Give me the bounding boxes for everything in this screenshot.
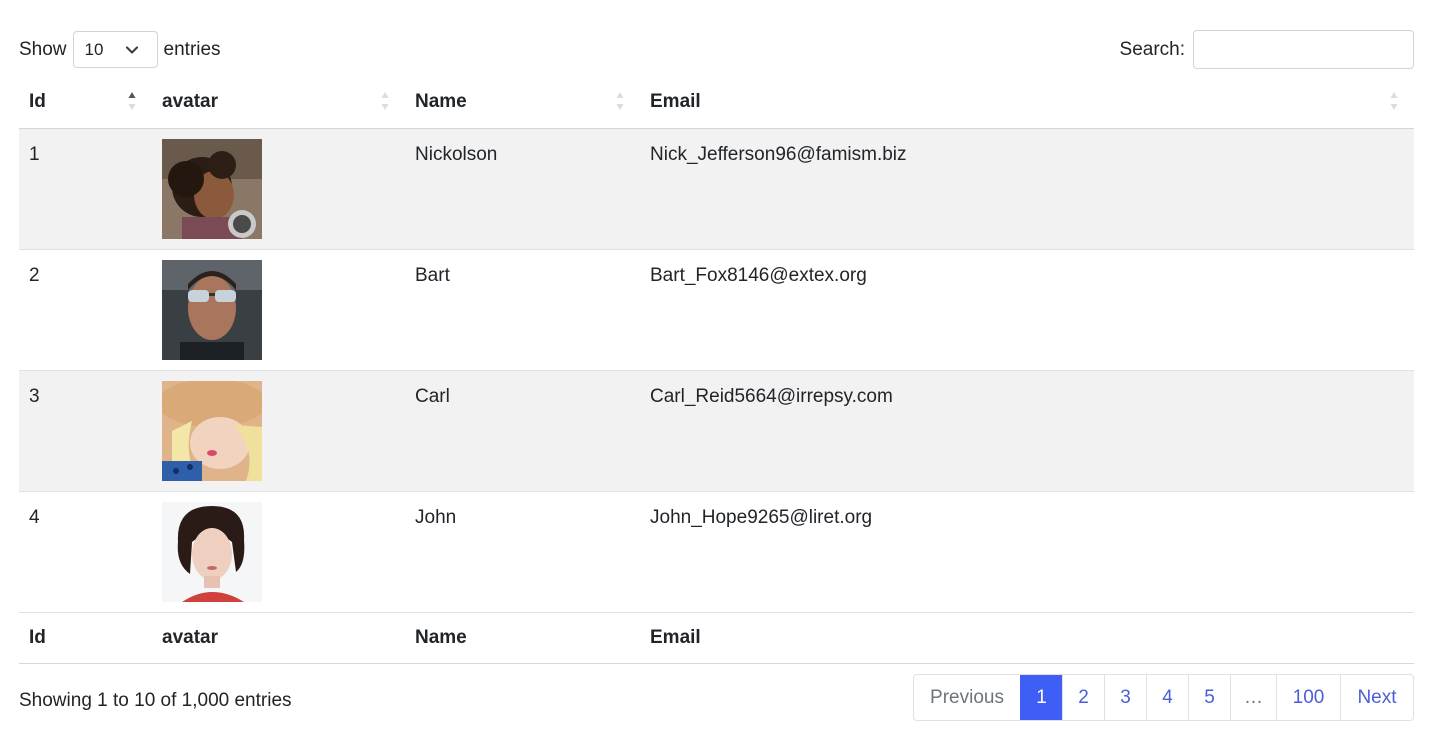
column-header-label: avatar — [162, 91, 218, 113]
column-footer-avatar: avatar — [152, 612, 405, 664]
column-header-label: Email — [650, 91, 701, 113]
column-header-label: Id — [29, 91, 46, 113]
avatar — [162, 138, 262, 239]
cell-id: 3 — [19, 370, 152, 492]
sort-icon — [1390, 92, 1398, 110]
cell-id: 1 — [19, 128, 152, 250]
avatar — [162, 501, 262, 602]
table-row: 2 Bart Bart_Fox8146@extex.org — [19, 249, 1414, 371]
cell-email: Nick_Jefferson96@famism.biz — [640, 128, 1414, 250]
avatar — [162, 259, 262, 360]
entries-select-value: 10 — [84, 39, 104, 59]
search-label: Search: — [1119, 38, 1185, 60]
cell-avatar — [152, 370, 405, 492]
cell-id: 4 — [19, 491, 152, 613]
table-info: Showing 1 to 10 of 1,000 entries — [19, 690, 292, 711]
cell-name: Nickolson — [405, 128, 640, 250]
cell-avatar — [152, 128, 405, 250]
cell-name: Bart — [405, 249, 640, 371]
column-footer-id: Id — [19, 612, 152, 664]
avatar — [162, 380, 262, 481]
sort-icon — [381, 92, 389, 110]
table-row: 3 Carl Carl_Reid5664@irrepsy.com — [19, 370, 1414, 492]
entries-label: entries — [163, 38, 221, 60]
page-button-1[interactable]: 1 — [1020, 675, 1062, 720]
cell-avatar — [152, 491, 405, 613]
sort-icon — [616, 92, 624, 110]
header-row: Id avatar Name Email — [19, 77, 1414, 129]
cell-name: John — [405, 491, 640, 613]
show-label: Show — [19, 38, 67, 60]
column-header-email[interactable]: Email — [640, 77, 1414, 129]
cell-email: John_Hope9265@liret.org — [640, 491, 1414, 613]
cell-id: 2 — [19, 249, 152, 371]
search-control: Search: — [1120, 30, 1414, 69]
previous-page-button[interactable]: Previous — [914, 675, 1020, 720]
page-button-5[interactable]: 5 — [1188, 675, 1230, 720]
cell-avatar — [152, 249, 405, 371]
chevron-down-icon — [125, 46, 138, 54]
cell-name: Carl — [405, 370, 640, 492]
page-button-last[interactable]: 100 — [1276, 675, 1340, 720]
cell-email: Carl_Reid5664@irrepsy.com — [640, 370, 1414, 492]
page-button-2[interactable]: 2 — [1062, 675, 1104, 720]
table-row: 4 John John_Hope9265@liret.org — [19, 491, 1414, 613]
sort-asc-icon — [128, 92, 136, 110]
page-ellipsis: … — [1230, 675, 1276, 720]
column-header-name[interactable]: Name — [405, 77, 640, 129]
entries-length-control: Show 10 entries — [19, 30, 221, 69]
column-footer-name: Name — [405, 612, 640, 664]
column-header-id[interactable]: Id — [19, 77, 152, 129]
column-header-label: Name — [415, 91, 467, 113]
cell-email: Bart_Fox8146@extex.org — [640, 249, 1414, 371]
entries-select[interactable]: 10 — [72, 31, 158, 68]
table-row: 1 Nickolson Nick_Jefferson96@famism.biz — [19, 128, 1414, 250]
footer-row: Id avatar Name Email — [19, 612, 1414, 664]
page-button-4[interactable]: 4 — [1146, 675, 1188, 720]
next-page-button[interactable]: Next — [1340, 675, 1413, 720]
data-table: Id avatar Name Email 1 Nickolson Nick_Je… — [19, 77, 1414, 664]
search-input[interactable] — [1193, 30, 1414, 69]
pagination: Previous 1 2 3 4 5 … 100 Next — [913, 674, 1414, 721]
page-button-3[interactable]: 3 — [1104, 675, 1146, 720]
column-header-avatar[interactable]: avatar — [152, 77, 405, 129]
column-footer-email: Email — [640, 612, 1414, 664]
